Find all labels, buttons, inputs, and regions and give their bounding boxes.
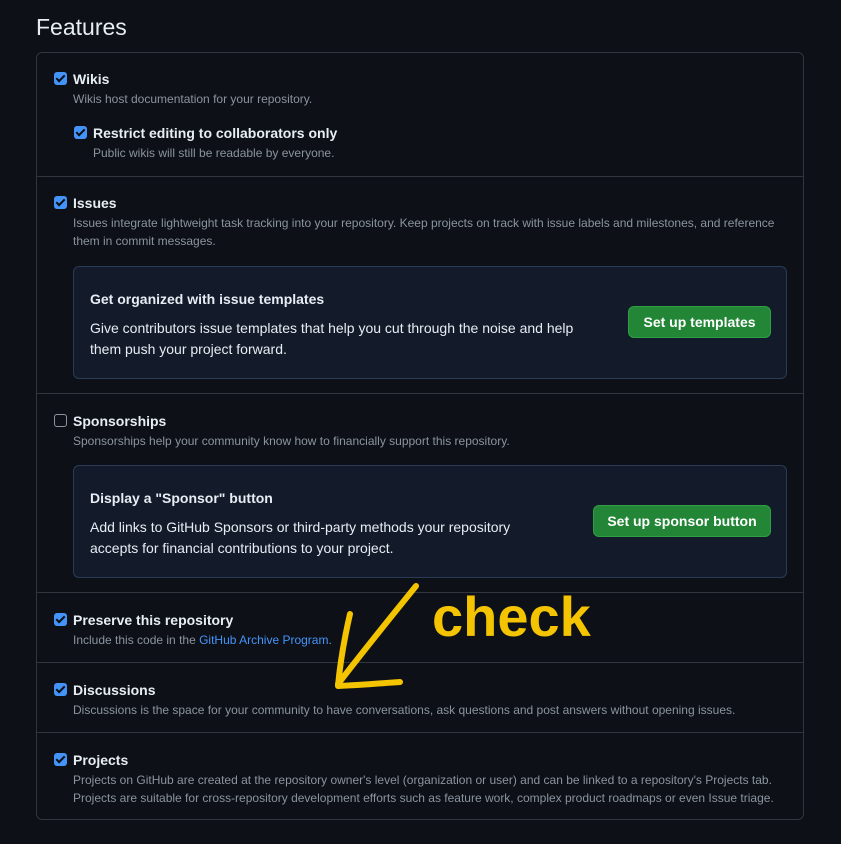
discussions-section: Discussions Discussions is the space for… bbox=[37, 662, 803, 732]
preserve-description-suffix: . bbox=[328, 633, 332, 647]
features-panel: Wikis Wikis host documentation for your … bbox=[36, 52, 804, 820]
sponsor-button-title: Display a "Sponsor" button bbox=[90, 490, 273, 506]
preserve-description-prefix: Include this code in the bbox=[73, 633, 200, 647]
issue-templates-text: Give contributors issue templates that h… bbox=[90, 320, 574, 357]
wikis-label[interactable]: Wikis bbox=[73, 71, 109, 87]
restrict-editing-checkbox[interactable] bbox=[74, 126, 87, 139]
issues-section: Issues Issues integrate lightweight task… bbox=[37, 176, 803, 393]
restrict-editing-description: Public wikis will still be readable by e… bbox=[93, 146, 335, 160]
sponsorships-description: Sponsorships help your community know ho… bbox=[73, 434, 510, 448]
wikis-section: Wikis Wikis host documentation for your … bbox=[37, 53, 803, 176]
discussions-label[interactable]: Discussions bbox=[73, 682, 155, 698]
discussions-checkbox[interactable] bbox=[54, 683, 67, 696]
sponsor-button-text: Add links to GitHub Sponsors or third-pa… bbox=[90, 519, 511, 556]
preserve-checkbox[interactable] bbox=[54, 613, 67, 626]
discussions-description: Discussions is the space for your commun… bbox=[73, 703, 736, 717]
preserve-description: Include this code in the GitHub Archive … bbox=[73, 631, 779, 649]
projects-section: Projects Projects on GitHub are created … bbox=[37, 732, 803, 821]
issues-label[interactable]: Issues bbox=[73, 195, 117, 211]
sponsorships-section: Sponsorships Sponsorships help your comm… bbox=[37, 393, 803, 592]
wikis-description: Wikis host documentation for your reposi… bbox=[73, 92, 313, 106]
preserve-section: Preserve this repository Include this co… bbox=[37, 592, 803, 662]
preserve-label[interactable]: Preserve this repository bbox=[73, 612, 233, 628]
restrict-editing-label[interactable]: Restrict editing to collaborators only bbox=[93, 125, 337, 141]
page-title: Features bbox=[36, 14, 127, 40]
set-up-sponsor-button[interactable]: Set up sponsor button bbox=[593, 505, 771, 537]
sponsor-button-callout: Display a "Sponsor" button Add links to … bbox=[73, 465, 787, 578]
sponsorships-checkbox[interactable] bbox=[54, 414, 67, 427]
github-archive-program-link[interactable]: GitHub Archive Program bbox=[199, 633, 328, 647]
issue-templates-title: Get organized with issue templates bbox=[90, 291, 325, 307]
issues-checkbox[interactable] bbox=[54, 196, 67, 209]
wikis-checkbox[interactable] bbox=[54, 72, 67, 85]
set-up-templates-button[interactable]: Set up templates bbox=[628, 306, 771, 338]
projects-checkbox[interactable] bbox=[54, 753, 67, 766]
issue-templates-callout: Get organized with issue templates Give … bbox=[73, 266, 787, 379]
issues-description: Issues integrate lightweight task tracki… bbox=[73, 216, 775, 248]
projects-label[interactable]: Projects bbox=[73, 752, 128, 768]
sponsorships-label[interactable]: Sponsorships bbox=[73, 413, 166, 429]
projects-description: Projects on GitHub are created at the re… bbox=[73, 773, 774, 805]
